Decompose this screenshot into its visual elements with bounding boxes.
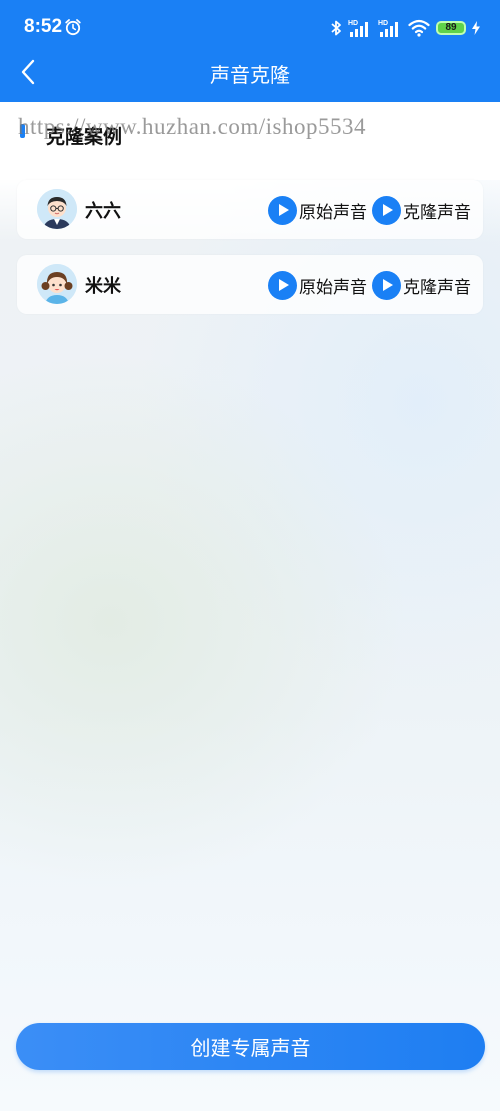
app-header: 8:52 HD HD 89 声音克隆 [0, 0, 500, 102]
svg-text:HD: HD [348, 20, 358, 27]
section-title: 克隆案例 [46, 126, 123, 148]
svg-text:HD: HD [378, 20, 388, 27]
play-clone-label: 克隆声音 [403, 277, 471, 298]
page-title: 声音克隆 [210, 63, 290, 87]
play-icon [268, 195, 297, 225]
main-content: 克隆案例 https://www.huzhan.com/ishop5534 六六… [0, 102, 500, 1111]
bluetooth-icon [331, 20, 341, 36]
avatar [37, 264, 77, 304]
play-original-label: 原始声音 [299, 277, 367, 298]
play-clone-label: 克隆声音 [403, 202, 471, 223]
case-name: 六六 [85, 201, 121, 222]
play-original-button[interactable]: 原始声音 [268, 270, 367, 300]
play-clone-button[interactable]: 克隆声音 [372, 270, 471, 300]
battery-indicator: 89 [436, 21, 466, 35]
nav-bar: 声音克隆 [0, 50, 500, 96]
play-clone-button[interactable]: 克隆声音 [372, 195, 471, 225]
case-card: 米米 原始声音 克隆声音 [17, 255, 483, 314]
charging-icon [472, 21, 480, 35]
wifi-icon [408, 19, 430, 37]
signal-hd-icon-2: HD [378, 20, 398, 37]
boy-avatar-icon [37, 189, 77, 229]
play-icon [372, 195, 401, 225]
signal-hd-icon: HD [348, 20, 368, 37]
avatar [37, 189, 77, 229]
play-icon [372, 270, 401, 300]
case-name: 米米 [85, 276, 121, 297]
alarm-clock-icon [65, 19, 81, 36]
create-voice-button[interactable]: 创建专属声音 [16, 1023, 485, 1070]
section-accent-bar [20, 124, 25, 138]
status-time: 8:52 [24, 16, 63, 37]
play-icon [268, 270, 297, 300]
case-card: 六六 原始声音 克隆声音 [17, 180, 483, 239]
play-original-button[interactable]: 原始声音 [268, 195, 367, 225]
status-icons: HD HD 89 [330, 17, 480, 39]
section-header: 克隆案例 https://www.huzhan.com/ishop5534 [0, 102, 500, 180]
girl-avatar-icon [37, 264, 77, 304]
status-bar: 8:52 HD HD 89 [0, 0, 500, 56]
play-original-label: 原始声音 [299, 202, 367, 223]
